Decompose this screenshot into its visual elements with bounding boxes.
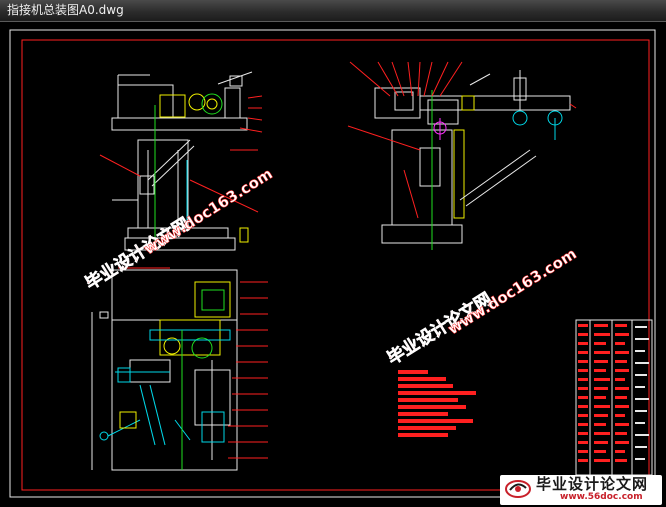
window-titlebar[interactable]: 指接机总装图A0.dwg <box>0 0 666 22</box>
site-logo-name: 毕业设计论文网 <box>536 475 649 493</box>
bill-of-materials-table <box>575 319 653 476</box>
cad-viewer-window: 指接机总装图A0.dwg 毕业设计论文网 www.doc163.com 毕业设计… <box>0 0 666 507</box>
side-view-drawing <box>347 61 577 250</box>
drawing-svg: 毕业设计论文网 www.doc163.com 毕业设计论文网 www.doc16… <box>9 29 656 498</box>
site-logo-badge[interactable]: 毕业设计论文网 www.56doc.com <box>500 475 662 505</box>
section-view-drawing <box>91 267 268 471</box>
site-logo-url: www.56doc.com <box>560 492 643 502</box>
window-title: 指接机总装图A0.dwg <box>7 3 124 17</box>
watermark-2: 毕业设计论文网 <box>383 288 496 369</box>
watermark-2-url: www.doc163.com <box>445 245 580 339</box>
site-logo-icon <box>505 480 531 498</box>
watermark-2-name: 毕业设计论文网 <box>384 288 496 369</box>
watermark-1-url-group: www.doc163.com <box>140 164 276 259</box>
watermark-1-url: www.doc163.com <box>141 165 276 259</box>
drawing-canvas[interactable]: 毕业设计论文网 www.doc163.com 毕业设计论文网 www.doc16… <box>0 22 666 507</box>
technical-notes-block <box>398 370 476 437</box>
watermark-2-url-group: www.doc163.com <box>444 244 580 339</box>
